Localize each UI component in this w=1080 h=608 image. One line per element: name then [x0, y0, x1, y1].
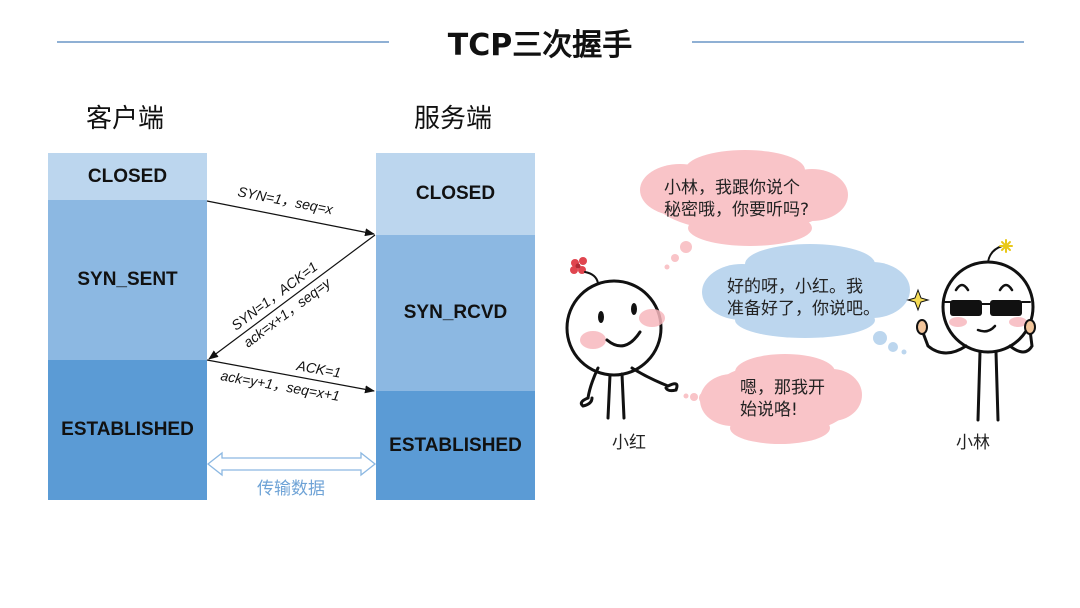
- bubble-text: 小林，我跟你说个: [664, 178, 800, 198]
- message-syn-ack: SYN=1，ACK=1 ack=x+1，seq=y: [208, 234, 376, 360]
- character-xiaohong: [565, 257, 679, 420]
- character-xiaolin: [916, 239, 1036, 422]
- spark-icon: [999, 239, 1013, 253]
- bubble-text: 嗯，那我开: [740, 378, 825, 398]
- bubble-text: 好的呀，小红。我: [727, 277, 863, 297]
- message-text: SYN=1，seq=x: [236, 183, 335, 217]
- diagram-canvas: SYN=1，seq=x SYN=1，ACK=1 ack=x+1，seq=y AC…: [206, 150, 1036, 499]
- message-syn: SYN=1，seq=x: [206, 183, 375, 237]
- speech-bubble-xiaohong-2: 嗯，那我开 始说咯!: [683, 354, 862, 444]
- data-transfer-label: 传输数据: [257, 479, 325, 499]
- bubble-text: 准备好了，你说吧。: [727, 299, 880, 319]
- character-name: 小林: [956, 433, 990, 453]
- arrow-server-to-client: [208, 234, 376, 360]
- data-transfer-arrow: 传输数据: [206, 451, 377, 499]
- bubble-text: 始说咯!: [740, 400, 798, 420]
- message-ack: ACK=1 ack=y+1，seq=x+1: [206, 357, 375, 404]
- bubble-text: 秘密哦，你要听吗?: [664, 200, 809, 220]
- character-name: 小红: [612, 433, 646, 453]
- speech-bubble-xiaolin: 好的呀，小红。我 准备好了，你说吧。: [702, 244, 910, 355]
- sparkle-icon: [906, 288, 930, 312]
